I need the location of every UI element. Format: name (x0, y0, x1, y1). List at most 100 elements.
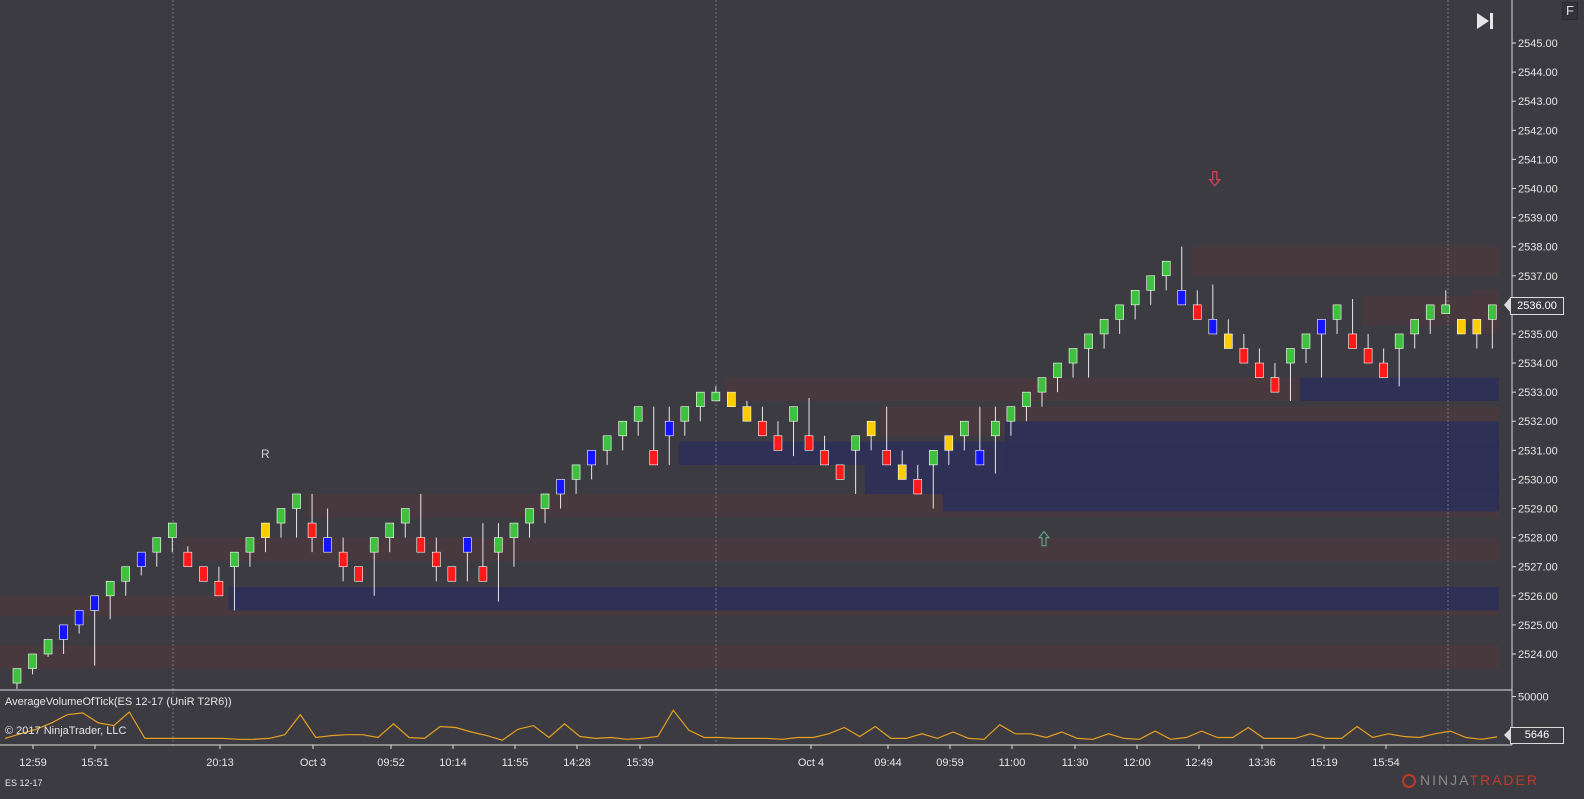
candle (1317, 319, 1326, 378)
time-tick-label: 10:14 (439, 757, 467, 769)
candle-body (897, 464, 907, 480)
price-chart[interactable]: 2545.00 2544.00 2543.00 2542.00 2541.00 2540.… (0, 0, 1584, 799)
candle-body (1177, 290, 1187, 306)
candle (74, 610, 84, 634)
candle (727, 391, 736, 407)
candle-body (1084, 333, 1093, 349)
supply-zone (181, 537, 1500, 561)
time-tick-label: 11:30 (1062, 757, 1089, 769)
candle-body (711, 391, 721, 402)
chart-menu-button[interactable]: F (1562, 2, 1578, 20)
candle-body (1053, 362, 1062, 378)
scroll-to-end-icon[interactable] (1474, 10, 1496, 32)
candle-body (1099, 319, 1109, 335)
price-tick-label: 2539.00 (1518, 213, 1558, 225)
price-tick-label: 2532.00 (1518, 416, 1558, 428)
candle-body (1255, 362, 1264, 378)
candle (773, 421, 783, 451)
candle-body (1270, 377, 1280, 393)
candle-body (478, 566, 488, 582)
candle-body (789, 406, 798, 422)
candle (696, 391, 705, 422)
candle-body (1410, 319, 1419, 335)
candle-body (447, 566, 457, 582)
candle-body (400, 508, 410, 524)
candle (245, 537, 255, 567)
volume-line (4, 709, 1498, 741)
candle (276, 508, 286, 538)
price-tick-label: 2537.00 (1518, 271, 1558, 283)
candle (742, 400, 752, 422)
candle (28, 653, 37, 675)
time-tick-label: 11:00 (999, 757, 1026, 769)
candle-body (276, 508, 286, 524)
logo-text-1: NINJA (1420, 772, 1470, 788)
candle (1255, 348, 1264, 378)
time-tick-label: 12:59 (19, 757, 47, 769)
candle-body (1068, 348, 1078, 364)
candle-body (230, 551, 239, 568)
candle (292, 493, 301, 538)
candle-body (369, 537, 379, 553)
candle-body (556, 479, 565, 495)
candle-body (214, 580, 224, 597)
candle-body (727, 391, 736, 407)
candle-body (540, 493, 550, 509)
candle (1224, 319, 1233, 349)
candle-body (1488, 304, 1497, 320)
candle-body (1037, 377, 1047, 393)
candle (680, 406, 690, 436)
candle-body (509, 522, 519, 538)
candle-body (1115, 304, 1124, 320)
logo-text-2: TRADER (1469, 772, 1539, 788)
candle-body (494, 537, 503, 553)
candle-body (928, 450, 938, 466)
candle-body (59, 624, 68, 640)
candle-body (1456, 319, 1466, 335)
candle-body (696, 391, 705, 407)
candle-body (354, 566, 363, 582)
candle-body (820, 450, 829, 466)
price-tick-label: 2535.00 (1518, 329, 1558, 341)
candle-body (1379, 362, 1388, 378)
price-tick-label: 2540.00 (1518, 183, 1558, 195)
candle-body (1161, 260, 1171, 277)
indicator-label: AverageVolumeOfTick(ES 12-17 (UniR T2R6)… (5, 696, 232, 708)
candle-body (571, 464, 581, 480)
candle-body (28, 653, 37, 669)
candle-body (152, 537, 162, 553)
supply-zone (0, 645, 1499, 669)
candle (1037, 377, 1047, 407)
candle-body (1224, 333, 1233, 349)
time-tick-label: 09:59 (936, 757, 964, 769)
candle (1270, 363, 1280, 393)
candle-body (1394, 333, 1404, 349)
time-tick-label: 15:51 (81, 757, 109, 769)
time-tick-label: 09:52 (377, 757, 405, 769)
candle-body (1239, 348, 1249, 364)
candle (1301, 333, 1311, 364)
price-tick-label: 2529.00 (1518, 504, 1558, 516)
time-tick-label: 15:19 (1310, 757, 1338, 769)
candle-body (618, 420, 627, 437)
price-tick-label: 2526.00 (1518, 591, 1558, 603)
candle (758, 406, 767, 437)
candle-body (90, 595, 99, 611)
candle-body (664, 420, 674, 437)
candle (525, 508, 534, 538)
candle (1456, 319, 1466, 335)
candle-body (866, 420, 876, 437)
instrument-label: ES 12-17 (5, 778, 43, 788)
time-tick-label: 09:44 (874, 757, 902, 769)
candle (1146, 275, 1155, 305)
candle-body (525, 508, 534, 524)
candle (43, 639, 53, 657)
candle-body (199, 566, 208, 582)
candle (1348, 299, 1357, 349)
candle (1208, 284, 1218, 335)
candle-body (307, 522, 317, 538)
candle-body (74, 610, 84, 626)
candle-body (1146, 275, 1155, 291)
price-tick-label: 2545.00 (1518, 38, 1558, 50)
current-volume-marker: 5646 (1510, 727, 1564, 744)
